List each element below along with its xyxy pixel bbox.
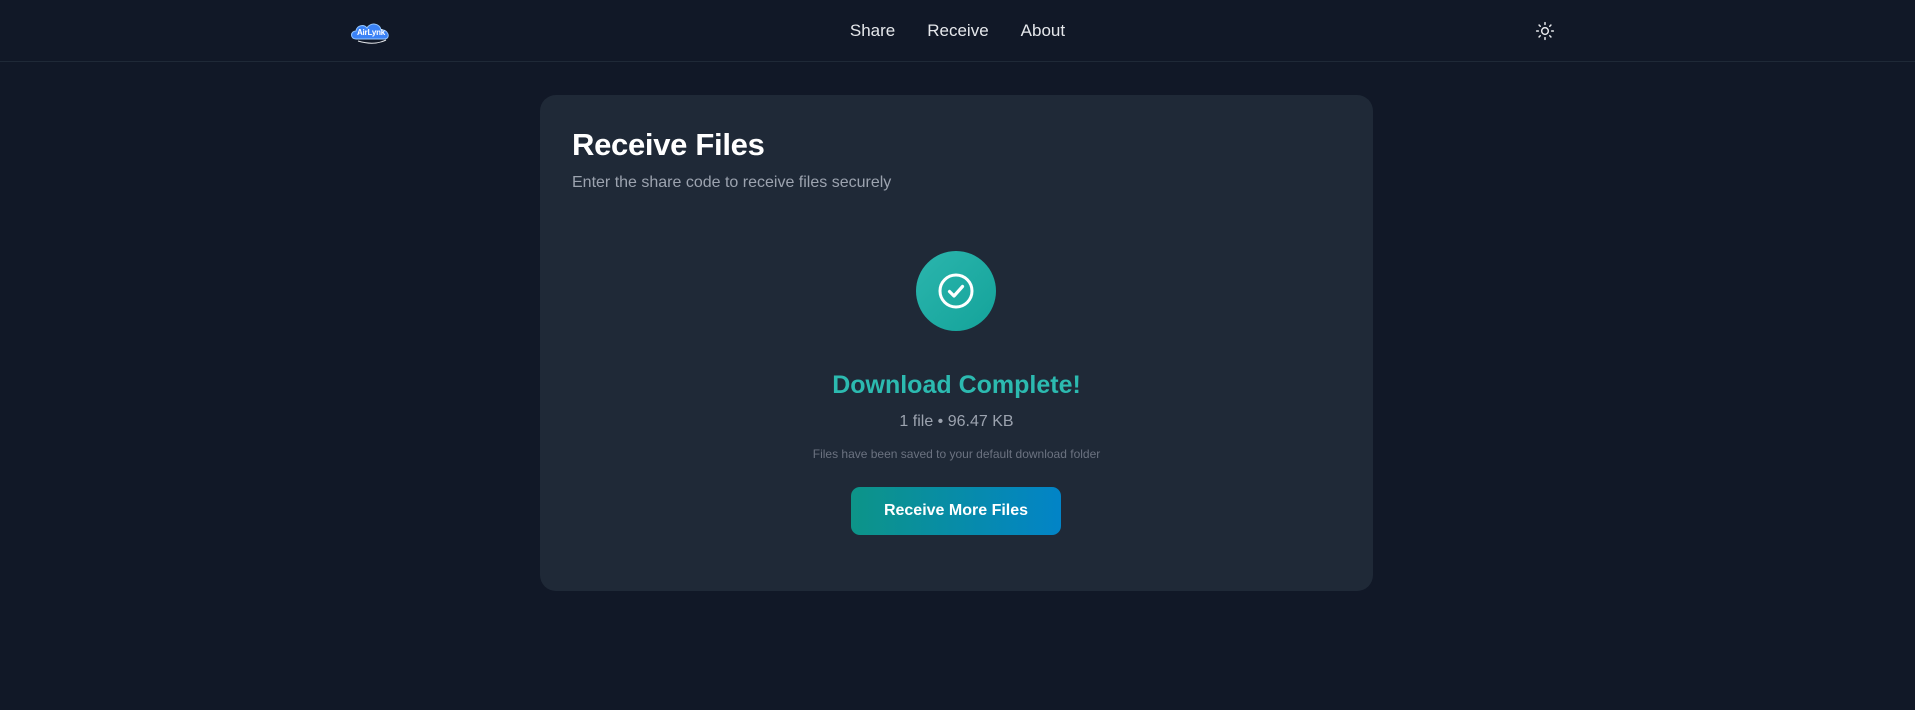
airlynk-logo[interactable]: AirLynk	[348, 19, 394, 45]
file-count: 1 file	[899, 413, 934, 430]
receive-more-files-button[interactable]: Receive More Files	[851, 487, 1061, 535]
nav-link-about[interactable]: About	[1021, 21, 1065, 41]
download-location-note: Files have been saved to your default do…	[812, 447, 1101, 461]
nav-link-share[interactable]: Share	[850, 21, 895, 41]
page-title: Receive Files	[572, 127, 765, 162]
theme-toggle-button[interactable]	[1532, 18, 1558, 44]
main-nav: Share Receive About	[0, 0, 1915, 62]
nav-link-receive[interactable]: Receive	[927, 21, 988, 41]
total-size: 96.47 KB	[947, 413, 1014, 430]
top-navbar: AirLynk Share Receive About	[0, 0, 1915, 62]
check-circle-icon	[938, 273, 974, 309]
page-subtitle: Enter the share code to receive files se…	[572, 174, 892, 191]
success-badge	[916, 251, 996, 331]
download-summary: 1 file • 96.47 KB	[540, 413, 1373, 431]
receive-files-card: Receive Files Enter the share code to re…	[540, 95, 1373, 591]
logo-text: AirLynk	[356, 28, 386, 37]
summary-separator: •	[937, 413, 944, 430]
download-status-title: Download Complete!	[832, 371, 1081, 399]
sun-icon	[1535, 21, 1555, 41]
